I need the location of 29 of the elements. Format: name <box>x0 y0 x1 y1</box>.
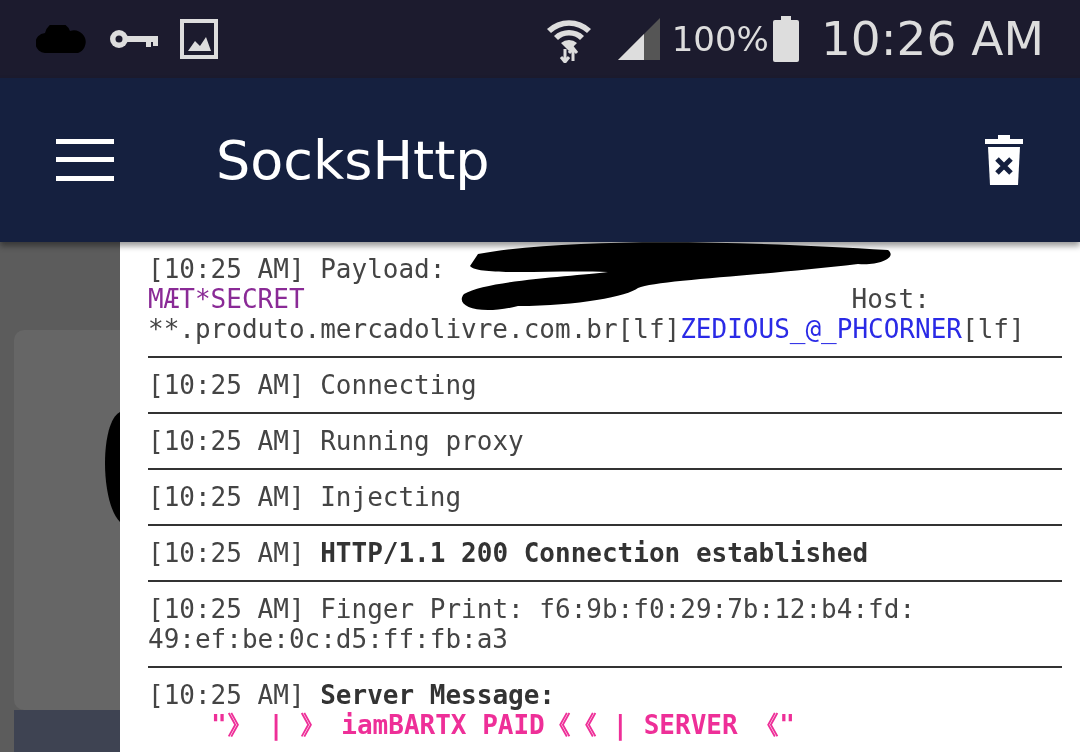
key-icon <box>108 27 160 51</box>
log-message: Server Message: <box>320 680 555 710</box>
app-title: SocksHttp <box>216 127 490 194</box>
log-message: Finger Print: f6:9b:f0:29:7b:12:b4:fd: <box>320 594 916 624</box>
log-text: Host: <box>851 284 930 314</box>
log-message: 49:ef:be:0c:d5:ff:fb:a3 <box>148 624 509 654</box>
log-message: HTTP/1.1 200 Connection established <box>320 538 869 568</box>
server-message: "》 | 》 iamBARTX PAID《《 | SERVER 《" <box>210 710 796 740</box>
battery-icon <box>772 16 799 62</box>
log-timestamp: [10:25 AM] <box>148 680 306 710</box>
log-text: **.produto.mercadolivre.com.br[lf] <box>148 314 681 344</box>
log-timestamp: [10:25 AM] <box>148 482 306 512</box>
log-message: Running proxy <box>320 426 524 456</box>
log-timestamp: [10:25 AM] <box>148 426 306 456</box>
tag-text: ZEDIOUS_@_PHCORNER <box>680 314 962 344</box>
log-text: [lf] <box>962 314 1025 344</box>
log-timestamp: [10:25 AM] <box>148 594 306 624</box>
trash-icon <box>985 135 1023 185</box>
secret-text: MÆT*SECRET <box>148 284 305 314</box>
image-icon <box>180 19 218 59</box>
log-timestamp: [10:25 AM] <box>148 538 306 568</box>
log-text: [10:25 AM] Payload: <box>148 254 447 284</box>
clock-time: 10:26 AM <box>820 9 1044 68</box>
menu-icon <box>56 139 114 181</box>
log-timestamp: [10:25 AM] <box>148 370 306 400</box>
cloud-icon <box>36 25 88 53</box>
battery-percent: 100% <box>671 17 769 61</box>
log-message: Connecting <box>320 370 477 400</box>
log-message: Injecting <box>320 482 462 512</box>
